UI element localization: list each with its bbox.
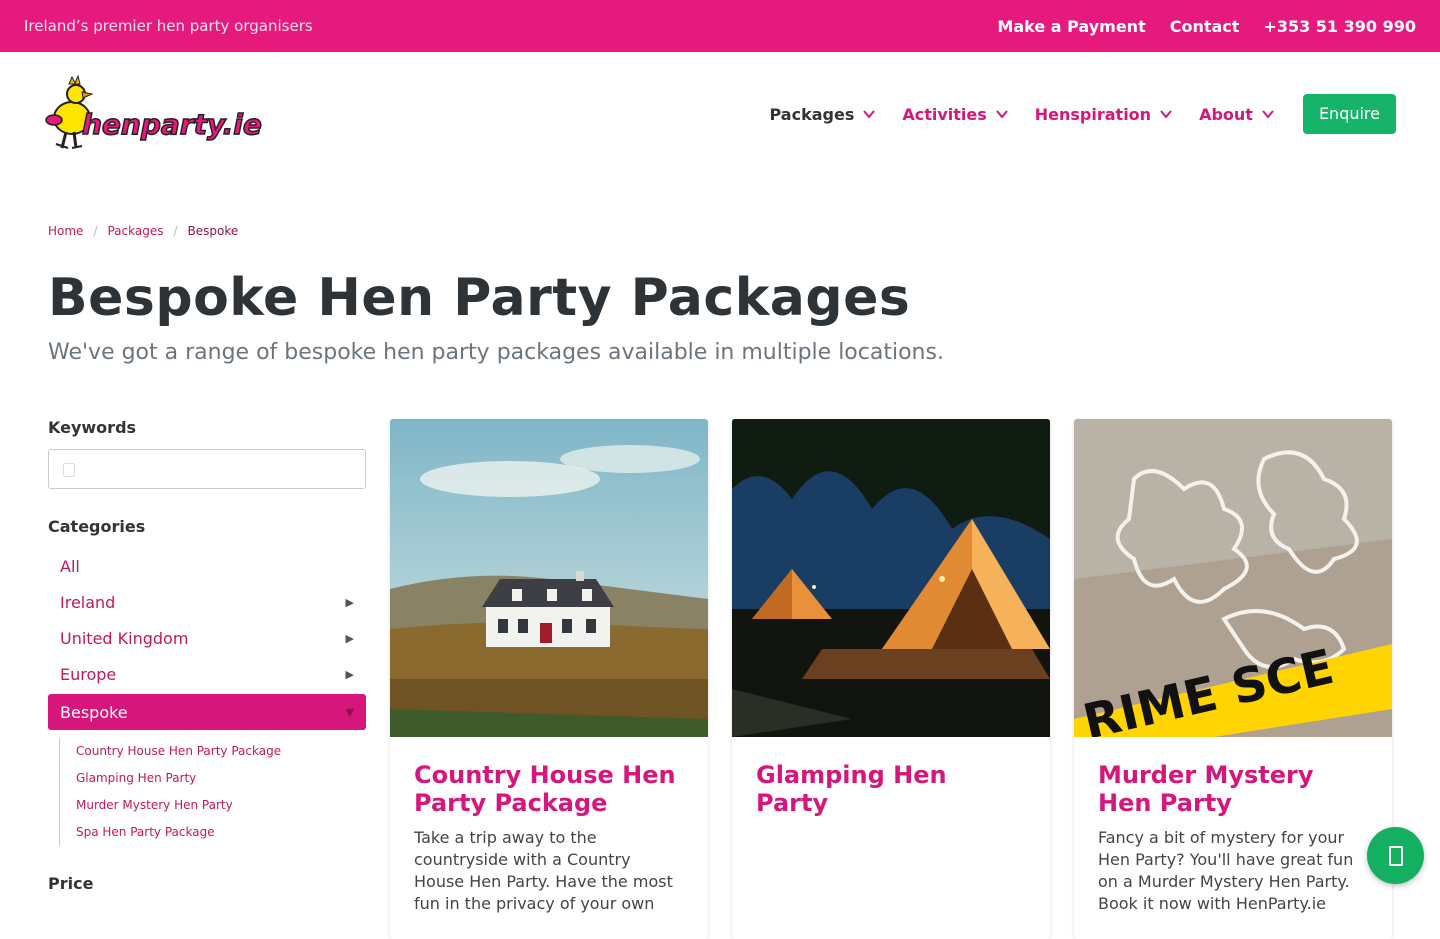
- contact-link[interactable]: Contact: [1170, 17, 1240, 36]
- package-cards: Country House Hen Party Package Take a t…: [390, 419, 1392, 939]
- breadcrumb-home[interactable]: Home: [48, 224, 83, 238]
- breadcrumb-current: Bespoke: [187, 224, 239, 238]
- site-header: henparty.ie Packages Activities Henspira…: [0, 52, 1440, 176]
- chevron-down-icon: [1160, 110, 1172, 119]
- category-ireland[interactable]: Ireland ▶: [48, 584, 366, 620]
- page-title: Bespoke Hen Party Packages: [48, 268, 911, 328]
- card-description: Take a trip away to the countryside with…: [414, 828, 673, 913]
- enquire-button[interactable]: Enquire: [1302, 94, 1396, 134]
- nav-packages[interactable]: Packages: [770, 105, 877, 124]
- make-payment-link[interactable]: Make a Payment: [997, 17, 1145, 36]
- chat-button[interactable]: [1367, 827, 1424, 884]
- top-links: Make a Payment Contact +353 51 390 990: [997, 17, 1416, 36]
- logo-wordmark: henparty.ie: [82, 108, 262, 141]
- caret-right-icon: ▶: [345, 667, 354, 681]
- breadcrumb: Home / Packages / Bespoke: [48, 224, 238, 238]
- top-bar: Ireland’s premier hen party organisers M…: [0, 0, 1440, 52]
- category-label: All: [60, 556, 80, 576]
- caret-down-icon: ▼: [345, 705, 354, 719]
- subcategory-spa[interactable]: Spa Hen Party Package: [76, 819, 366, 846]
- package-card-glamping[interactable]: Glamping Hen Party: [732, 419, 1050, 939]
- nav-packages-label: Packages: [769, 104, 855, 124]
- category-all[interactable]: All: [48, 548, 366, 584]
- subcategory-murder-mystery[interactable]: Murder Mystery Hen Party: [76, 792, 366, 819]
- phone-link[interactable]: +353 51 390 990: [1263, 17, 1416, 36]
- category-label: Europe: [60, 664, 117, 684]
- breadcrumb-separator: /: [173, 224, 178, 238]
- category-europe[interactable]: Europe ▶: [48, 656, 366, 692]
- page-subtitle: We've got a range of bespoke hen party p…: [48, 340, 944, 365]
- package-card-murder-mystery[interactable]: RIME SCE Murder Mystery Hen Party Fancy …: [1074, 419, 1392, 939]
- murder-mystery-image: RIME SCE: [1074, 419, 1392, 737]
- bespoke-subcategory-list: Country House Hen Party Package Glamping…: [59, 738, 366, 846]
- card-description: Fancy a bit of mystery for your Hen Part…: [1098, 828, 1354, 913]
- chevron-down-icon: [995, 110, 1008, 119]
- breadcrumb-separator: /: [93, 224, 98, 238]
- keywords-input[interactable]: [48, 449, 366, 489]
- category-list: All Ireland ▶ United Kingdom ▶ Europe ▶ …: [48, 548, 366, 730]
- chevron-down-icon: [1262, 110, 1274, 119]
- search-icon: [63, 463, 75, 477]
- chevron-down-icon: [863, 110, 876, 119]
- breadcrumb-packages[interactable]: Packages: [107, 224, 163, 238]
- country-house-image: [390, 419, 708, 737]
- nav-henspiration[interactable]: Henspiration: [1035, 105, 1173, 124]
- glamping-image: [732, 419, 1050, 737]
- card-title[interactable]: Murder Mystery Hen Party: [1098, 761, 1368, 817]
- caret-right-icon: ▶: [345, 595, 354, 609]
- categories-heading: Categories: [48, 517, 146, 536]
- package-card-country-house[interactable]: Country House Hen Party Package Take a t…: [390, 419, 708, 939]
- category-label: Ireland: [60, 592, 116, 612]
- henparty-logo[interactable]: henparty.ie: [42, 74, 266, 154]
- main-nav: Packages Activities Henspiration About E…: [770, 94, 1396, 134]
- price-heading: Price: [48, 874, 94, 893]
- nav-henspiration-label: Henspiration: [1034, 104, 1152, 124]
- caret-right-icon: ▶: [345, 631, 354, 645]
- keywords-heading: Keywords: [48, 418, 137, 437]
- phone-icon: [1388, 845, 1403, 866]
- nav-activities-label: Activities: [902, 104, 987, 124]
- nav-activities[interactable]: Activities: [902, 105, 1008, 124]
- filter-sidebar: Keywords Categories All Ireland ▶ United…: [48, 418, 366, 893]
- nav-about-label: About: [1199, 104, 1253, 124]
- category-label: Bespoke: [60, 702, 128, 722]
- subcategory-glamping[interactable]: Glamping Hen Party: [76, 765, 366, 792]
- category-bespoke[interactable]: Bespoke ▼: [48, 694, 366, 730]
- category-united-kingdom[interactable]: United Kingdom ▶: [48, 620, 366, 656]
- category-label: United Kingdom: [60, 628, 189, 648]
- card-title[interactable]: Glamping Hen Party: [756, 761, 1026, 817]
- card-title[interactable]: Country House Hen Party Package: [414, 761, 684, 817]
- tagline: Ireland’s premier hen party organisers: [24, 17, 313, 35]
- nav-about[interactable]: About: [1199, 105, 1275, 124]
- subcategory-country-house[interactable]: Country House Hen Party Package: [76, 738, 366, 765]
